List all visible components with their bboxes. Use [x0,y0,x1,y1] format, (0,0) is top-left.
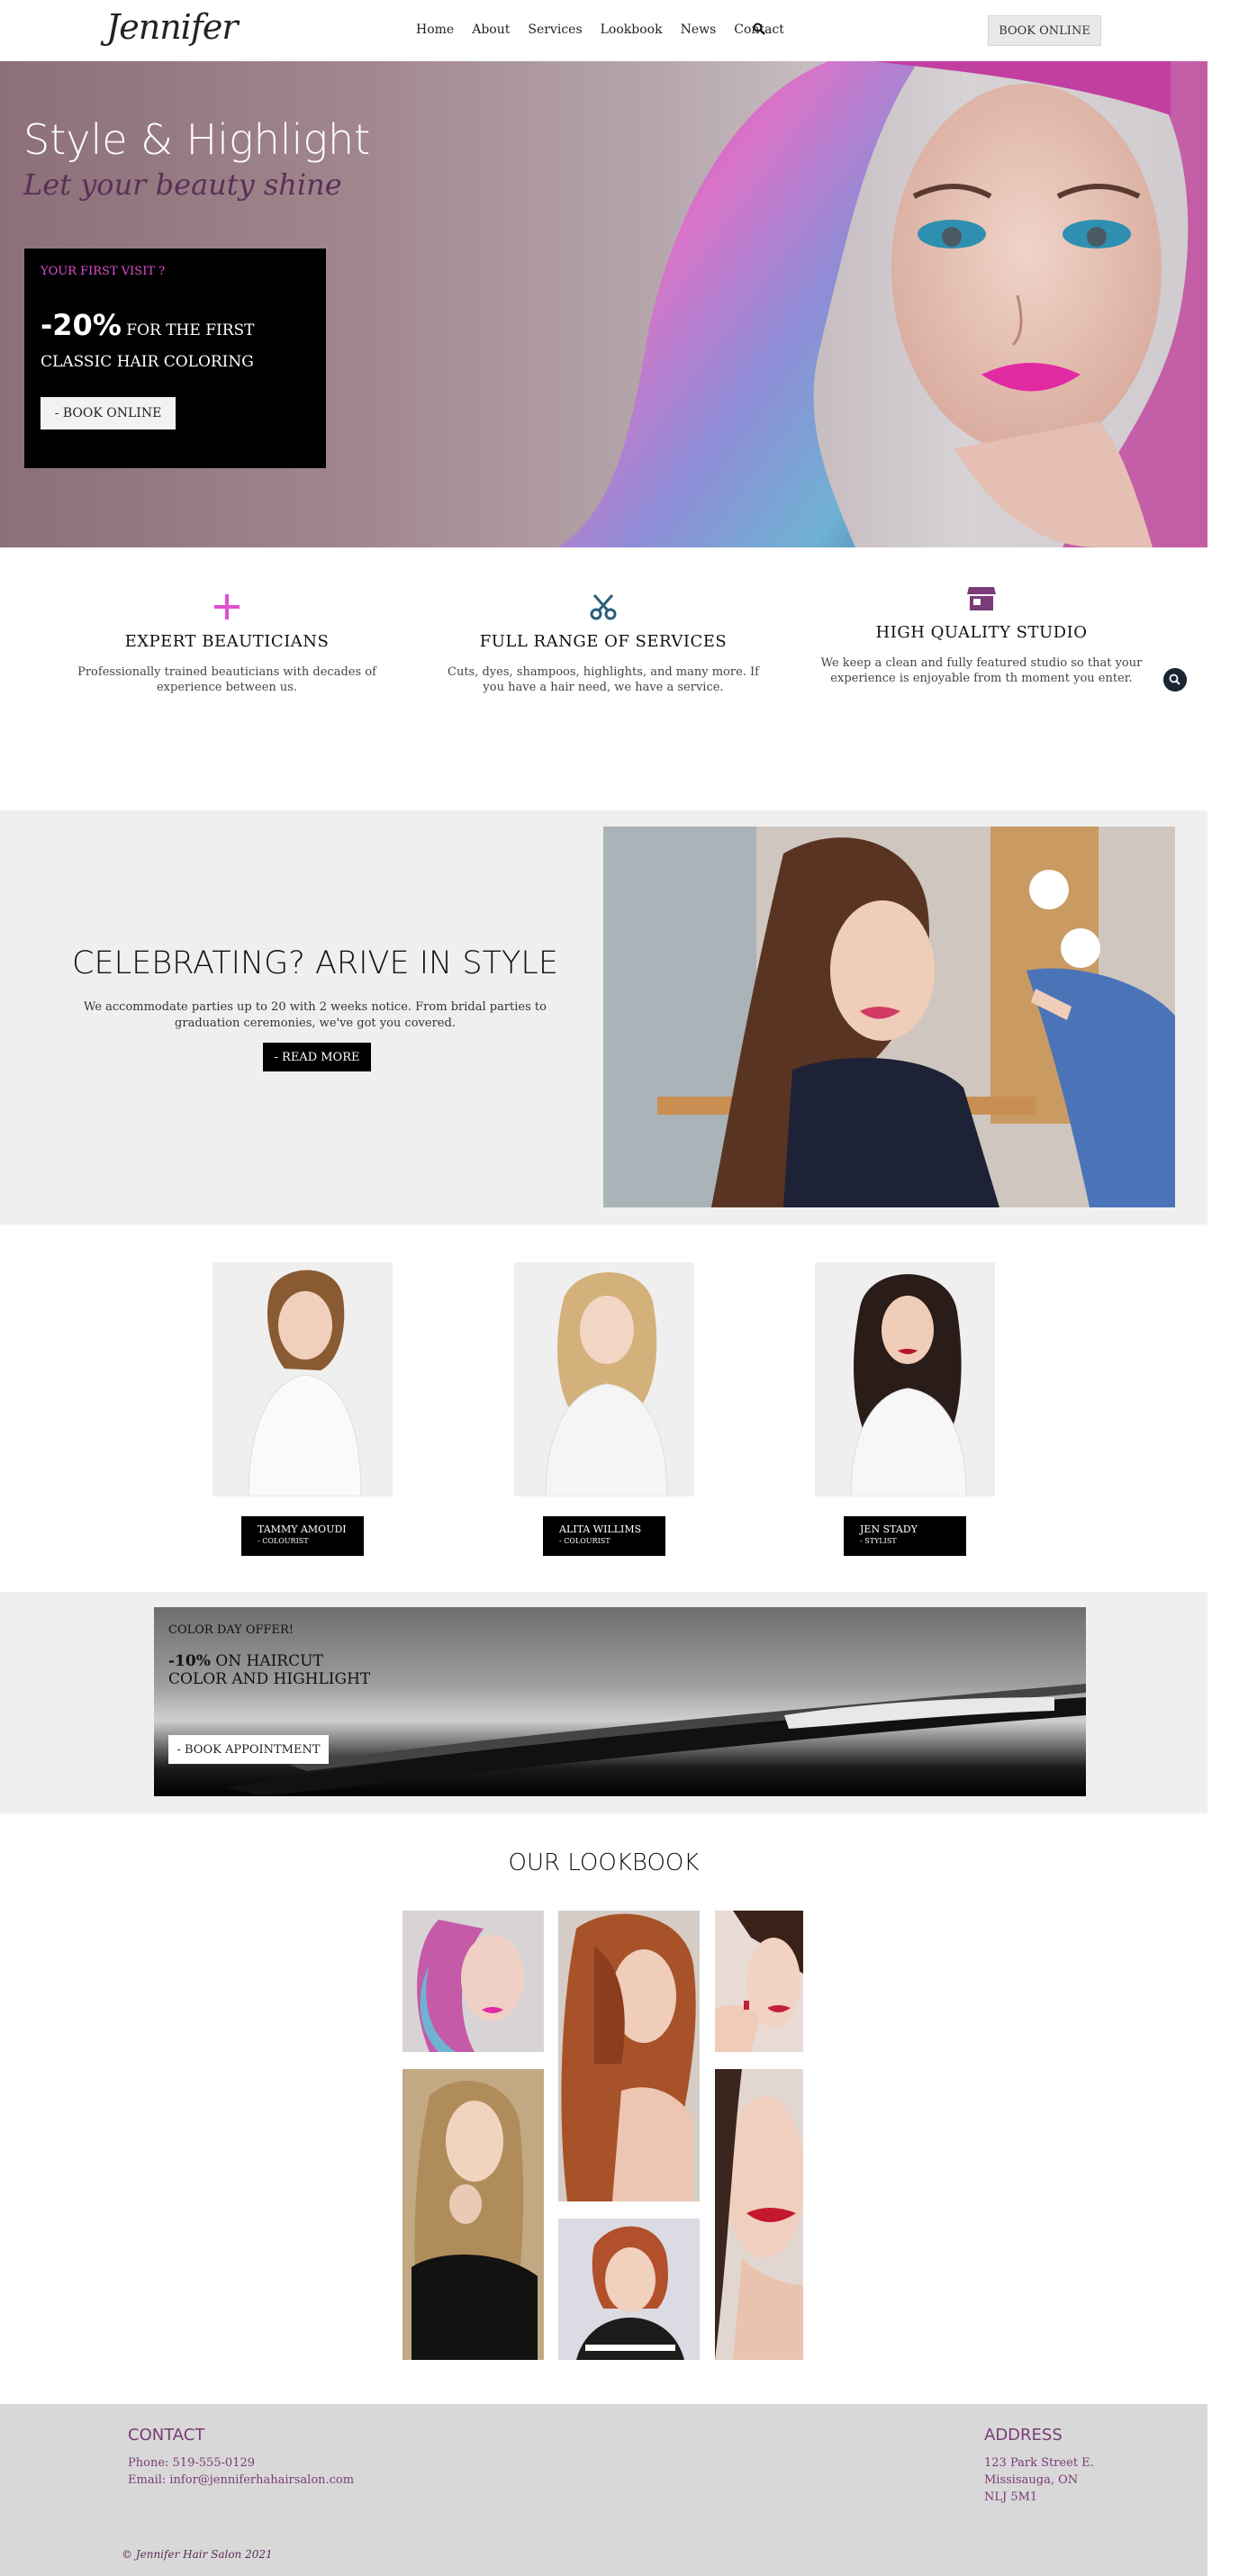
feature-text: Professionally trained beauticians with … [77,665,376,694]
nav-link-news[interactable]: News [681,23,717,37]
color-day-offer-banner: COLOR DAY OFFER! -10% ON HAIRCUT COLOR A… [154,1607,1086,1796]
first-visit-offer: YOUR FIRST VISIT ? -20% FOR THE FIRST CL… [24,249,326,468]
team-member-name: ALITA WILLIMS [559,1523,642,1535]
copyright: © Jennifer Hair Salon 2021 [122,2548,273,2561]
lookbook-title: OUR LOOKBOOK [508,1849,700,1876]
main-menu: Home About Services Lookbook News Contac… [416,23,784,37]
team-member-tag: JEN STADY - STYLIST [844,1516,966,1556]
feature-title: FULL RANGE OF SERVICES [479,632,728,651]
offer-headline: -20% FOR THE FIRST CLASSIC HAIR COLORING [41,301,311,375]
promo-section: COLOR DAY OFFER! -10% ON HAIRCUT COLOR A… [0,1592,1207,1813]
feature-high-quality-studio: HIGH QUALITY STUDIO We keep a clean and … [819,585,1144,687]
promo-percent: -10% [168,1652,211,1670]
address-heading: ADDRESS [984,2426,1063,2445]
scissors-icon [590,594,617,620]
read-more-button[interactable]: - READ MORE [263,1043,371,1071]
address-line-1: 123 Park Street E. [984,2456,1094,2470]
team-member-tag: TAMMY AMOUDI - COLOURIST [241,1516,364,1556]
lookbook-image-copper-hair[interactable] [558,1911,700,2201]
feature-text: We keep a clean and fully featured studi… [820,656,1143,685]
features-section: EXPERT BEAUTICIANS Professionally traine… [0,547,1207,810]
celebrate-section: CELEBRATING? ARIVE IN STYLE We accommoda… [0,810,1207,1225]
offer-book-online-button[interactable]: - BOOK ONLINE [41,397,176,429]
feature-title: HIGH QUALITY STUDIO [875,623,1088,642]
team-member-name: JEN STADY [860,1523,918,1535]
promo-kicker: COLOR DAY OFFER! [168,1623,294,1637]
celebrate-title: CELEBRATING? ARIVE IN STYLE [72,945,558,981]
hero-subtitle: Let your beauty shine [23,167,342,202]
feature-text: Cuts, dyes, shampoos, highlights, and ma… [448,665,759,694]
team-member-jen: JEN STADY - STYLIST [815,1262,995,1556]
site-logo[interactable]: Jennifer [106,7,239,47]
team-member-role: - COLOURIST [258,1537,309,1545]
celebrate-text: We accommodate parties up to 20 with 2 w… [84,1000,547,1030]
lookbook-image-pastel-hair[interactable] [402,1911,544,2052]
nav-link-services[interactable]: Services [528,23,582,37]
top-navigation: Jennifer Home About Services Lookbook Ne… [0,0,1207,61]
feature-title: EXPERT BEAUTICIANS [124,632,330,651]
team-member-role: - STYLIST [860,1537,897,1545]
lookbook-image-short-red-hair[interactable] [558,2219,700,2360]
address-line-3: NLJ 5M1 [984,2490,1038,2504]
feature-full-range-services: FULL RANGE OF SERVICES Cuts, dyes, shamp… [441,592,765,696]
book-online-button[interactable]: BOOK ONLINE [988,15,1101,46]
address-line-2: Missisauga, ON [984,2473,1079,2487]
plus-icon [214,594,240,619]
hero-banner: Style & Highlight Let your beauty shine … [0,61,1207,547]
book-appointment-button[interactable]: - BOOK APPOINTMENT [168,1735,329,1764]
team-member-tammy: TAMMY AMOUDI - COLOURIST [213,1262,393,1556]
search-icon[interactable] [753,23,765,35]
nav-link-about[interactable]: About [472,23,510,37]
hero-model-image [558,61,1207,547]
lookbook-image-red-lips[interactable] [715,2069,803,2360]
salon-styling-photo [603,827,1175,1207]
offer-kicker: YOUR FIRST VISIT ? [41,265,166,278]
team-member-alita: ALITA WILLIMS - COLOURIST [514,1262,694,1556]
contact-email[interactable]: Email: infor@jenniferhahairsalon.com [128,2472,354,2490]
team-member-name: TAMMY AMOUDI [258,1523,347,1535]
team-member-role: - COLOURIST [559,1537,610,1545]
lookbook-image-blonde-waves[interactable] [402,2069,544,2360]
contact-heading: CONTACT [128,2426,205,2445]
nav-link-home[interactable]: Home [416,23,454,37]
team-member-photo [514,1262,694,1497]
hero-title: Style & Highlight [23,115,371,164]
lookbook-image-red-nails[interactable] [715,1911,803,2052]
floating-search-icon[interactable] [1163,668,1187,691]
site-footer: CONTACT Phone: 519-555-0129 Email: infor… [0,2404,1207,2576]
team-member-tag: ALITA WILLIMS - COLOURIST [543,1516,665,1556]
team-section: TAMMY AMOUDI - COLOURIST ALITA WILLIMS -… [0,1225,1207,1592]
team-member-photo [213,1262,393,1497]
contact-phone[interactable]: Phone: 519-555-0129 [128,2454,255,2472]
promo-headline: -10% ON HAIRCUT COLOR AND HIGHLIGHT [168,1652,384,1689]
feature-expert-beauticians: EXPERT BEAUTICIANS Professionally traine… [65,592,389,696]
scissors-closeup-image [226,1684,1086,1796]
lookbook-section: OUR LOOKBOOK [0,1813,1207,2404]
team-member-photo [815,1262,995,1497]
offer-percent: -20% [41,308,122,342]
nav-link-lookbook[interactable]: Lookbook [601,23,663,37]
store-icon [967,587,996,610]
